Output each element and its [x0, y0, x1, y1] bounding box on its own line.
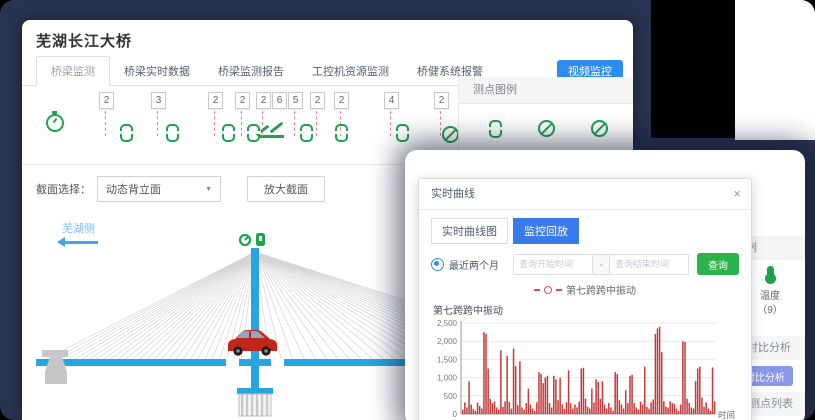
- secondary-window: 测点图例 温度 （9） 对比分析 对比分析 已选测点列表 实时曲线 × 实时曲线…: [405, 150, 805, 420]
- chain-link-icon: [247, 124, 260, 142]
- tab-bridge-realtime-data[interactable]: 桥梁实时数据: [110, 57, 204, 85]
- chain-link-icon: [335, 124, 348, 142]
- svg-text:2,500: 2,500: [437, 319, 458, 328]
- time-range-group: -: [513, 254, 689, 275]
- sensor-strip: 23222652242: [22, 86, 458, 158]
- sensor-count-badge: 3: [151, 92, 166, 109]
- page-title: 芜湖长江大桥: [22, 20, 633, 58]
- svg-text:时间: 时间: [718, 410, 735, 420]
- query-start-time-input[interactable]: [513, 254, 593, 275]
- dashed-connector-line: [157, 111, 158, 136]
- thermometer-icon: [767, 266, 774, 279]
- chain-link-icon: [222, 124, 235, 142]
- sensor-count-badge: 6: [272, 92, 287, 109]
- close-icon[interactable]: ×: [733, 179, 741, 209]
- sensor-count-badge: 2: [256, 92, 271, 109]
- chain-link-icon: [300, 124, 313, 142]
- dashed-connector-line: [214, 111, 215, 136]
- svg-text:1,000: 1,000: [437, 374, 458, 383]
- dashed-connector-line: [241, 111, 242, 136]
- dashed-connector-line: [440, 111, 441, 136]
- tower-foundation: [239, 394, 271, 416]
- legend-marker-line: [556, 289, 562, 291]
- chevron-down-icon: ▼: [205, 186, 212, 193]
- zoom-section-button[interactable]: 放大截面: [247, 176, 325, 202]
- tab-realtime-curve-chart[interactable]: 实时曲线图: [431, 218, 508, 244]
- dashed-connector-line: [262, 111, 263, 136]
- tab-monitor-playback[interactable]: 监控回放: [513, 218, 579, 244]
- svg-text:500: 500: [444, 392, 458, 401]
- sensor-count-badge: 2: [235, 92, 250, 109]
- vibration-chart: 05001,0001,5002,0002,5002018-09-30 16:01…: [431, 318, 735, 420]
- tab-bridge-monitor[interactable]: 桥梁监测: [36, 56, 110, 86]
- deck-joint-left: [226, 359, 239, 366]
- screenshot-background: 芜湖长江大桥 桥梁监测 桥梁实时数据 桥梁监测报告 工控机资源监测 桥健系统报警…: [0, 0, 815, 420]
- chain-link-icon: [120, 124, 133, 142]
- legend-marker-line: [534, 289, 540, 291]
- sensor-count-badge: 2: [334, 92, 349, 109]
- section-select[interactable]: 动态背立面 ▼: [97, 176, 221, 202]
- chain-link-icon: [166, 124, 179, 142]
- modal-header: 实时曲线 ×: [419, 179, 751, 210]
- recent-two-months-radio[interactable]: [431, 258, 444, 271]
- section-controls: 截面选择： 动态背立面 ▼ 放大截面: [22, 164, 458, 213]
- realtime-curve-modal: 实时曲线 × 实时曲线图 监控回放 最近两个月 - 查询: [418, 178, 752, 420]
- tab-bridge-monitor-report[interactable]: 桥梁监测报告: [204, 57, 298, 85]
- svg-text:1,500: 1,500: [437, 355, 458, 364]
- ban-icon: [538, 120, 555, 137]
- sensor-count-badge: 2: [310, 92, 325, 109]
- dashed-connector-line: [294, 111, 295, 136]
- sensor-count-badge: 4: [384, 92, 399, 109]
- chart-legend[interactable]: 第七跨跨中振动: [431, 282, 739, 297]
- svg-text:2,000: 2,000: [437, 337, 458, 346]
- modal-body: 实时曲线图 监控回放 最近两个月 - 查询: [419, 210, 751, 420]
- query-end-time-input[interactable]: [609, 254, 689, 275]
- sensor-count-badge: 2: [208, 92, 223, 109]
- chain-link-icon: [396, 124, 409, 142]
- chain-link-icon: [489, 120, 502, 138]
- chart-title: 第七跨跨中振动: [433, 302, 739, 317]
- legend-series-label: 第七跨跨中振动: [566, 282, 636, 297]
- modal-title: 实时曲线: [431, 188, 475, 200]
- legend-panel-icons: [459, 104, 633, 138]
- dashed-connector-line: [316, 111, 317, 136]
- ban-icon: [442, 126, 459, 143]
- ban-icon: [591, 120, 608, 137]
- modal-tabbar: 实时曲线图 监控回放: [431, 218, 739, 244]
- deck-joint-right: [271, 359, 284, 366]
- time-range-separator: -: [593, 254, 609, 275]
- legend-marker-dot: [544, 286, 552, 294]
- legend-panel-title: 测点图例: [459, 77, 633, 104]
- sensor-count-badge: 5: [288, 92, 303, 109]
- video-feed-placeholder: [651, 0, 735, 138]
- stopwatch-icon: [46, 114, 64, 132]
- search-button[interactable]: 查询: [697, 253, 739, 275]
- section-select-value: 动态背立面: [106, 181, 161, 197]
- sensor-count-badge: 2: [99, 92, 114, 109]
- dashed-connector-line: [105, 111, 106, 136]
- bridge-abutment: [42, 350, 68, 384]
- sensor-count-badge: 2: [434, 92, 449, 109]
- background-window: [735, 0, 815, 140]
- tab-ipc-resource-monitor[interactable]: 工控机资源监测: [298, 57, 403, 85]
- section-select-label: 截面选择：: [36, 181, 91, 197]
- recent-two-months-label: 最近两个月: [449, 257, 499, 272]
- query-row: 最近两个月 - 查询: [431, 253, 739, 275]
- dashed-connector-line: [390, 111, 391, 136]
- tower-sensor-icons: [240, 233, 265, 246]
